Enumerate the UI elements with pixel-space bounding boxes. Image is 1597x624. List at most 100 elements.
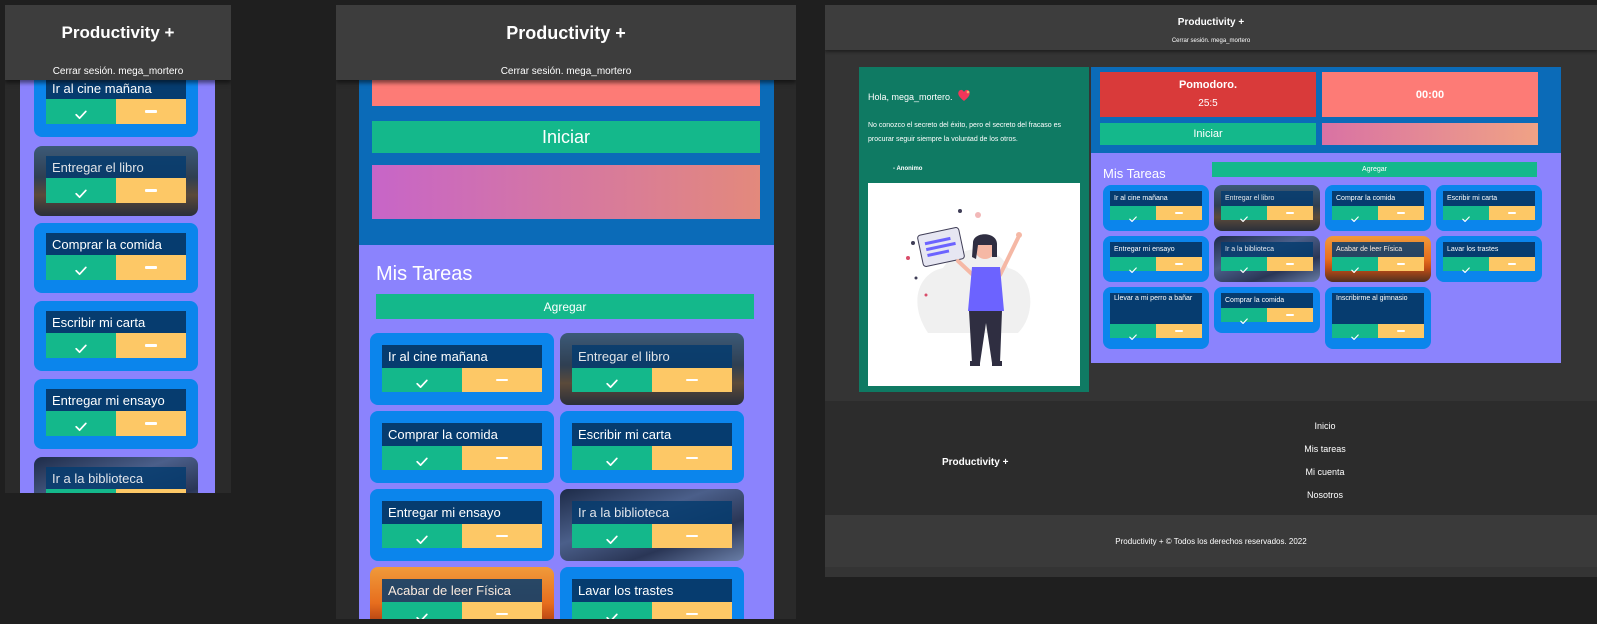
complete-task-button[interactable] (1110, 257, 1156, 274)
quote-text: No conozco el secreto del éxito, pero el… (868, 122, 1061, 143)
remove-task-button[interactable] (652, 524, 732, 548)
logout-link[interactable]: Cerrar sesión. mega_mortero (336, 66, 796, 77)
task-title: Ir a la biblioteca (46, 467, 186, 489)
task-card: Entregar mi ensayo (1103, 236, 1209, 282)
complete-task-button[interactable] (382, 524, 462, 548)
remove-task-button[interactable] (1378, 324, 1424, 338)
progress-bar (372, 165, 760, 219)
task-card: Comprar la comida (1325, 185, 1431, 231)
remove-task-button[interactable] (1156, 206, 1202, 220)
app-header: Productivity + Cerrar sesión. mega_morte… (825, 5, 1597, 50)
remove-task-button[interactable] (652, 368, 732, 392)
complete-task-button[interactable] (572, 524, 652, 548)
footer-brand: Productivity + (942, 457, 1009, 468)
footer-link-nosotros[interactable]: Nosotros (1285, 490, 1365, 513)
remove-task-button[interactable] (1489, 206, 1535, 220)
complete-task-button[interactable] (46, 178, 116, 203)
complete-task-button[interactable] (46, 489, 116, 493)
check-icon (606, 375, 618, 388)
complete-task-button[interactable] (46, 411, 116, 436)
minus-icon (145, 422, 157, 425)
task-card: Escribir mi carta (1436, 185, 1542, 231)
remove-task-button[interactable] (116, 333, 186, 358)
task-title: Ir al cine mañana (1110, 191, 1202, 206)
check-icon (1240, 312, 1248, 325)
remove-task-button[interactable] (462, 446, 542, 470)
task-card: Ir a la biblioteca (34, 457, 198, 493)
complete-task-button[interactable] (1443, 257, 1489, 274)
logout-link[interactable]: Cerrar sesión. mega_mortero (825, 28, 1597, 44)
task-title: Lavar los trastes (572, 579, 732, 602)
remove-task-button[interactable] (116, 411, 186, 436)
task-title: Entregar el libro (46, 156, 186, 178)
minus-icon (1175, 330, 1183, 332)
remove-task-button[interactable] (1489, 257, 1535, 271)
copyright-text: Productivity + © Todos los derechos rese… (825, 515, 1597, 567)
task-card: Entregar el libro (1214, 185, 1320, 231)
minus-icon (686, 612, 698, 616)
add-task-button[interactable]: Agregar (376, 294, 754, 319)
complete-task-button[interactable] (1332, 257, 1378, 274)
complete-task-button[interactable] (382, 368, 462, 392)
remove-task-button[interactable] (116, 489, 186, 493)
remove-task-button[interactable] (1156, 257, 1202, 271)
complete-task-button[interactable] (1221, 257, 1267, 274)
footer-link-mis-tareas[interactable]: Mis tareas (1285, 444, 1365, 467)
pomodoro-panel: Pomodoro. 25:5 00:00 Iniciar (1091, 67, 1561, 153)
complete-task-button[interactable] (1332, 324, 1378, 341)
complete-task-button[interactable] (1110, 206, 1156, 223)
complete-task-button[interactable] (572, 446, 652, 470)
start-button[interactable]: Iniciar (1100, 123, 1316, 145)
complete-task-button[interactable] (1443, 206, 1489, 223)
task-card: Entregar el libro (560, 333, 744, 405)
complete-task-button[interactable] (46, 255, 116, 280)
complete-task-button[interactable] (572, 368, 652, 392)
check-icon (416, 453, 428, 466)
task-title: Entregar mi ensayo (46, 389, 186, 411)
remove-task-button[interactable] (1267, 308, 1313, 322)
remove-task-button[interactable] (1267, 257, 1313, 271)
complete-task-button[interactable] (1332, 206, 1378, 223)
remove-task-button[interactable] (1156, 324, 1202, 338)
complete-task-button[interactable] (382, 602, 462, 619)
check-icon (416, 531, 428, 544)
task-title: Entregar el libro (1221, 191, 1313, 206)
complete-task-button[interactable] (46, 99, 116, 124)
remove-task-button[interactable] (462, 368, 542, 392)
minus-icon (1508, 212, 1516, 214)
logout-link[interactable]: Cerrar sesión. mega_mortero (5, 66, 231, 77)
check-icon (75, 341, 87, 354)
minus-icon (496, 378, 508, 382)
remove-task-button[interactable] (1378, 206, 1424, 220)
minus-icon (145, 110, 157, 113)
app-header: Productivity + Cerrar sesión. mega_morte… (336, 5, 796, 80)
remove-task-button[interactable] (652, 446, 732, 470)
remove-task-button[interactable] (462, 602, 542, 619)
complete-task-button[interactable] (1221, 206, 1267, 223)
remove-task-button[interactable] (652, 602, 732, 619)
complete-task-button[interactable] (572, 602, 652, 619)
check-icon (1351, 210, 1359, 223)
remove-task-button[interactable] (116, 99, 186, 124)
add-task-button[interactable]: Agregar (1212, 162, 1537, 177)
remove-task-button[interactable] (1267, 206, 1313, 220)
remove-task-button[interactable] (116, 255, 186, 280)
greeting-panel: Hola, mega_mortero. No conozco el secret… (859, 67, 1089, 392)
complete-task-button[interactable] (1221, 308, 1267, 325)
remove-task-button[interactable] (462, 524, 542, 548)
task-card: Comprar la comida (370, 411, 554, 483)
complete-task-button[interactable] (1110, 324, 1156, 341)
footer-link-mi-cuenta[interactable]: Mi cuenta (1285, 467, 1365, 490)
site-footer: Productivity + Inicio Mis tareas Mi cuen… (825, 401, 1597, 515)
remove-task-button[interactable] (1378, 257, 1424, 271)
minus-icon (1397, 263, 1405, 265)
complete-task-button[interactable] (382, 446, 462, 470)
task-card: Ir a la biblioteca (560, 489, 744, 561)
task-title: Comprar la comida (382, 423, 542, 446)
complete-task-button[interactable] (46, 333, 116, 358)
start-button[interactable]: Iniciar (372, 121, 760, 153)
remove-task-button[interactable] (116, 178, 186, 203)
footer-link-inicio[interactable]: Inicio (1285, 421, 1365, 444)
task-title: Entregar mi ensayo (382, 501, 542, 524)
minus-icon (1286, 263, 1294, 265)
